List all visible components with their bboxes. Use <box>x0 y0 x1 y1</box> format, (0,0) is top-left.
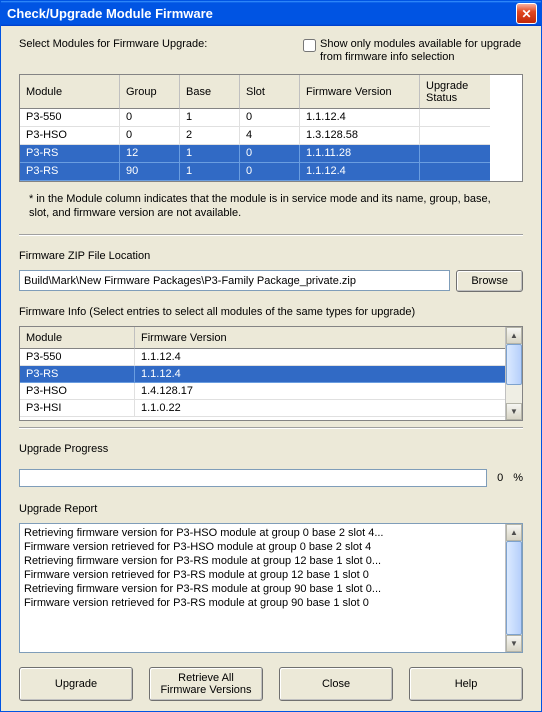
modules-table[interactable]: Module Group Base Slot Firmware Version … <box>19 74 523 182</box>
scroll-down-icon[interactable]: ▼ <box>506 403 522 420</box>
scroll-up-icon[interactable]: ▲ <box>506 524 522 541</box>
report-line: Firmware version retrieved for P3-RS mod… <box>24 568 501 582</box>
fwinfo-col-fw[interactable]: Firmware Version <box>135 327 505 349</box>
table-row[interactable]: P3-HSI1.1.0.22 <box>20 400 505 417</box>
cell-module: P3-HSO <box>20 127 120 145</box>
report-label: Upgrade Report <box>19 503 523 515</box>
scroll-down-icon[interactable]: ▼ <box>506 635 522 652</box>
fw-info-scrollbar[interactable]: ▲ ▼ <box>505 327 522 420</box>
help-button[interactable]: Help <box>409 667 523 701</box>
zip-location-label: Firmware ZIP File Location <box>19 250 523 262</box>
cell-fw: 1.4.128.17 <box>135 383 505 400</box>
window-title: Check/Upgrade Module Firmware <box>7 6 516 21</box>
col-slot[interactable]: Slot <box>240 75 300 109</box>
report-line: Firmware version retrieved for P3-RS mod… <box>24 596 501 610</box>
cell-module: P3-RS <box>20 366 135 383</box>
table-row[interactable]: P3-5501.1.12.4 <box>20 349 505 366</box>
cell-module: P3-550 <box>20 349 135 366</box>
fwinfo-col-module[interactable]: Module <box>20 327 135 349</box>
cell-status <box>420 127 490 145</box>
col-group[interactable]: Group <box>120 75 180 109</box>
close-button[interactable]: Close <box>279 667 393 701</box>
firmware-upgrade-window: Check/Upgrade Module Firmware ✕ Select M… <box>0 0 542 712</box>
cell-module: P3-HSO <box>20 383 135 400</box>
progress-percent: 0 <box>497 472 503 484</box>
cell-group: 12 <box>120 145 180 163</box>
cell-module: P3-RS <box>20 163 120 181</box>
cell-slot: 0 <box>240 109 300 127</box>
progress-label: Upgrade Progress <box>19 443 523 455</box>
report-box: Retrieving firmware version for P3-HSO m… <box>19 523 523 653</box>
upgrade-button[interactable]: Upgrade <box>19 667 133 701</box>
cell-slot: 0 <box>240 163 300 181</box>
titlebar: Check/Upgrade Module Firmware ✕ <box>1 1 541 26</box>
show-only-label: Show only modules available for upgrade … <box>320 38 523 64</box>
cell-fw: 1.1.12.4 <box>135 349 505 366</box>
browse-button[interactable]: Browse <box>456 270 523 292</box>
table-row[interactable]: P3-RS12101.1.11.28 <box>20 145 522 163</box>
cell-fw: 1.1.12.4 <box>135 366 505 383</box>
progress-percent-sign: % <box>513 472 523 484</box>
zip-location-input[interactable] <box>19 270 450 291</box>
close-icon[interactable]: ✕ <box>516 3 537 24</box>
cell-module: P3-HSI <box>20 400 135 417</box>
cell-fw: 1.1.12.4 <box>300 163 420 181</box>
col-module[interactable]: Module <box>20 75 120 109</box>
report-scrollbar[interactable]: ▲ ▼ <box>505 524 522 652</box>
retrieve-all-button[interactable]: Retrieve All Firmware Versions <box>149 667 263 701</box>
cell-slot: 4 <box>240 127 300 145</box>
scroll-up-icon[interactable]: ▲ <box>506 327 522 344</box>
cell-base: 1 <box>180 145 240 163</box>
cell-group: 0 <box>120 109 180 127</box>
select-modules-label: Select Modules for Firmware Upgrade: <box>19 38 207 50</box>
modules-table-header: Module Group Base Slot Firmware Version … <box>20 75 522 109</box>
cell-base: 2 <box>180 127 240 145</box>
report-line: Retrieving firmware version for P3-RS mo… <box>24 582 501 596</box>
cell-status <box>420 145 490 163</box>
cell-fw: 1.3.128.58 <box>300 127 420 145</box>
cell-base: 1 <box>180 109 240 127</box>
scroll-thumb[interactable] <box>506 541 522 635</box>
scroll-thumb[interactable] <box>506 344 522 385</box>
report-line: Retrieving firmware version for P3-RS mo… <box>24 554 501 568</box>
show-only-checkbox[interactable] <box>303 39 316 52</box>
cell-fw: 1.1.11.28 <box>300 145 420 163</box>
cell-group: 0 <box>120 127 180 145</box>
table-row[interactable]: P3-HSO0241.3.128.58 <box>20 127 522 145</box>
report-line: Retrieving firmware version for P3-HSO m… <box>24 526 501 540</box>
table-row[interactable]: P3-RS90101.1.12.4 <box>20 163 522 181</box>
table-row[interactable]: P3-5500101.1.12.4 <box>20 109 522 127</box>
cell-fw: 1.1.12.4 <box>300 109 420 127</box>
fw-info-table[interactable]: Module Firmware Version P3-5501.1.12.4P3… <box>19 326 523 421</box>
fw-info-label: Firmware Info (Select entries to select … <box>19 306 523 318</box>
report-line: Firmware version retrieved for P3-HSO mo… <box>24 540 501 554</box>
cell-group: 90 <box>120 163 180 181</box>
cell-module: P3-RS <box>20 145 120 163</box>
cell-fw: 1.1.0.22 <box>135 400 505 417</box>
col-status[interactable]: Upgrade Status <box>420 75 490 109</box>
cell-status <box>420 109 490 127</box>
cell-module: P3-550 <box>20 109 120 127</box>
cell-base: 1 <box>180 163 240 181</box>
progress-bar <box>19 469 487 487</box>
modules-footnote: * in the Module column indicates that th… <box>29 192 513 220</box>
col-base[interactable]: Base <box>180 75 240 109</box>
col-fw[interactable]: Firmware Version <box>300 75 420 109</box>
cell-slot: 0 <box>240 145 300 163</box>
cell-status <box>420 163 490 181</box>
separator <box>19 427 523 429</box>
separator <box>19 234 523 236</box>
table-row[interactable]: P3-HSO1.4.128.17 <box>20 383 505 400</box>
table-row[interactable]: P3-RS1.1.12.4 <box>20 366 505 383</box>
